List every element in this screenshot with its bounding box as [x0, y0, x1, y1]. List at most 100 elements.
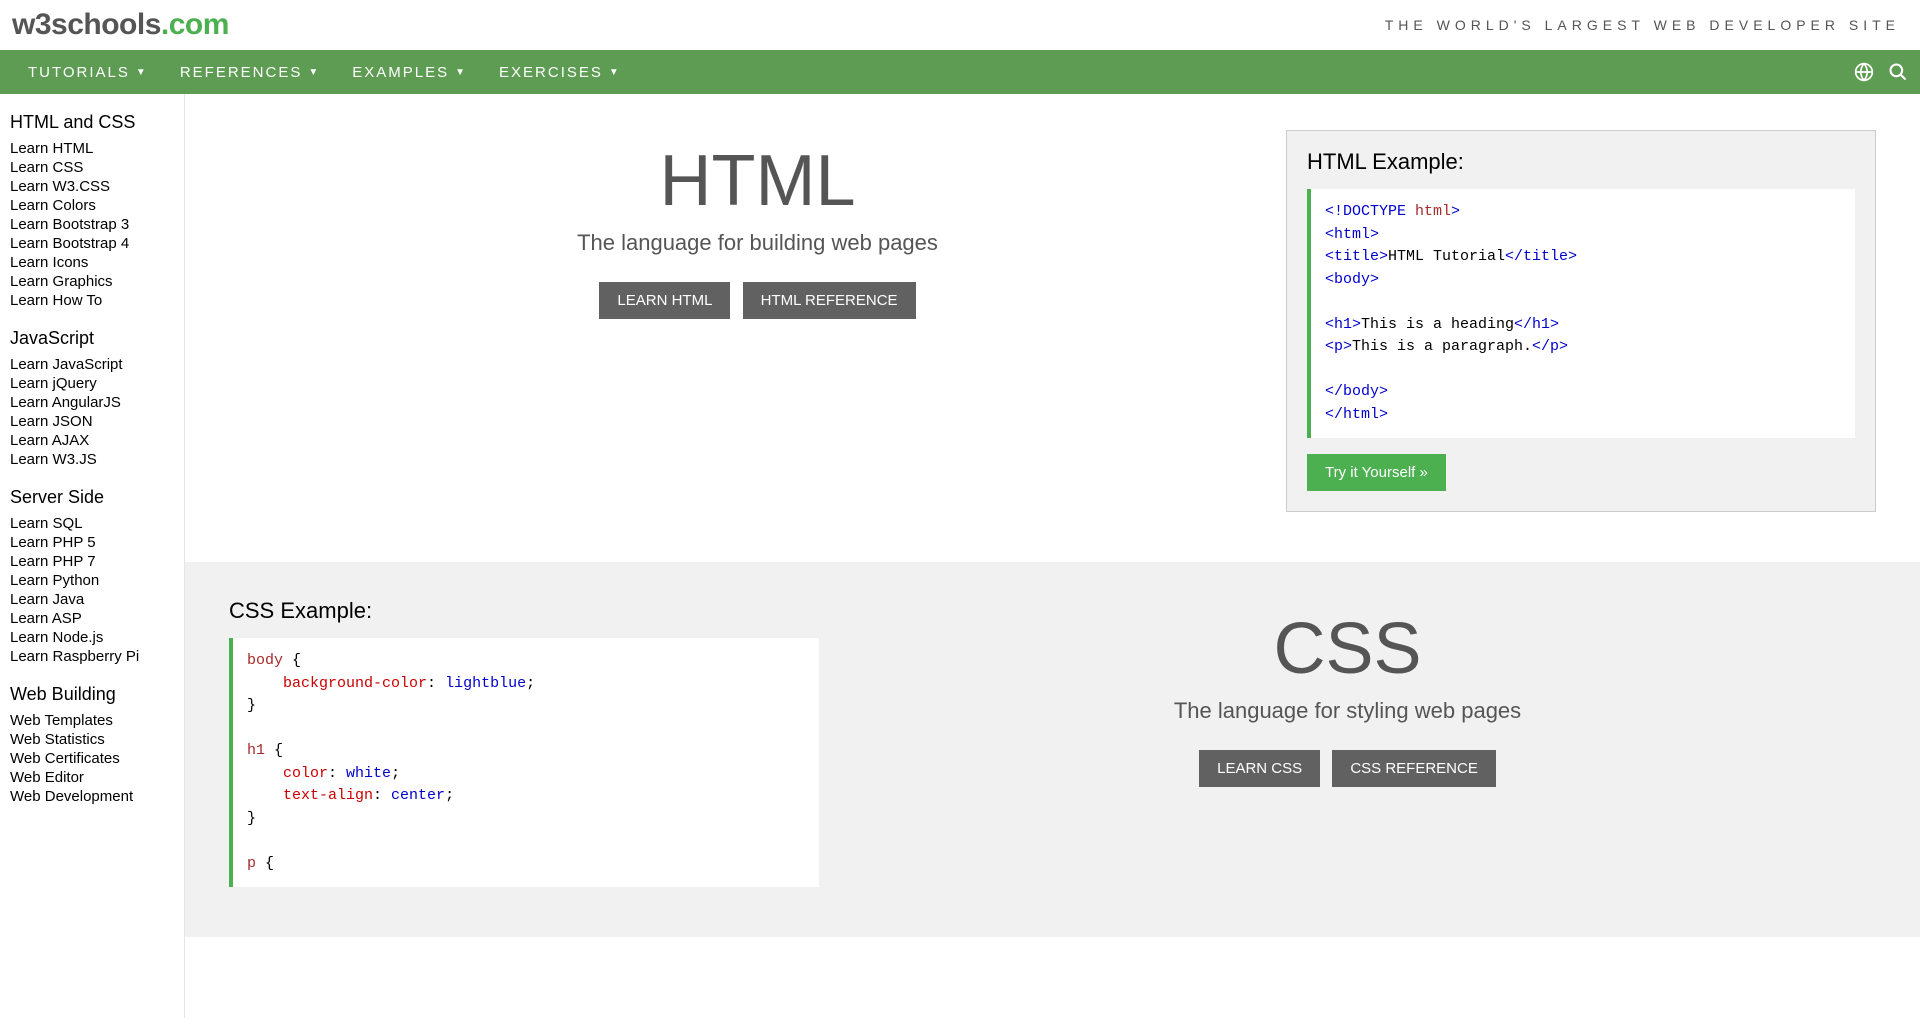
code-token: This is a paragraph.	[1352, 338, 1532, 355]
sidebar-item[interactable]: Learn AngularJS	[10, 393, 184, 412]
sidebar-item[interactable]: Web Statistics	[10, 730, 184, 749]
html-section: HTML The language for building web pages…	[185, 94, 1920, 562]
code-token: </html>	[1325, 406, 1388, 423]
code-token: {	[283, 652, 301, 669]
sidebar-group-title: Server Side	[10, 487, 184, 508]
html-subtitle: The language for building web pages	[229, 230, 1286, 256]
code-token: :	[328, 765, 337, 782]
nav-label: TUTORIALS	[28, 64, 130, 81]
code-token: This is a heading	[1361, 316, 1514, 333]
search-icon[interactable]	[1888, 62, 1908, 82]
try-it-yourself-button[interactable]: Try it Yourself »	[1307, 454, 1446, 491]
learn-html-button[interactable]: LEARN HTML	[599, 282, 730, 319]
sidebar-item[interactable]: Learn JavaScript	[10, 355, 184, 374]
sidebar-item[interactable]: Learn How To	[10, 291, 184, 310]
nav-label: REFERENCES	[180, 64, 303, 81]
code-token: body	[247, 652, 283, 669]
sidebar-item[interactable]: Learn Colors	[10, 196, 184, 215]
code-token	[247, 787, 283, 804]
logo-w3: w3schools	[12, 8, 161, 41]
sidebar-item[interactable]: Learn HTML	[10, 139, 184, 158]
code-token: text-align	[283, 787, 373, 804]
top-nav: TUTORIALS ▼ REFERENCES▼ EXAMPLES ▼ EXERCIS…	[0, 50, 1920, 94]
html-reference-button[interactable]: HTML REFERENCE	[743, 282, 916, 319]
site-logo[interactable]: w3schools.com	[12, 8, 229, 42]
sidebar-item[interactable]: Learn Java	[10, 590, 184, 609]
code-token: </h1>	[1514, 316, 1559, 333]
code-token: p	[247, 855, 256, 872]
code-token: <p>	[1325, 338, 1352, 355]
sidebar-item[interactable]: Learn SQL	[10, 514, 184, 533]
sidebar-group-title: JavaScript	[10, 328, 184, 349]
sidebar-item[interactable]: Learn Icons	[10, 253, 184, 272]
css-example-title: CSS Example:	[229, 598, 819, 624]
sidebar-item[interactable]: Learn Python	[10, 571, 184, 590]
code-token: :	[373, 787, 382, 804]
sidebar-item[interactable]: Learn ASP	[10, 609, 184, 628]
css-code-block: body { background-color: lightblue; } h1…	[229, 638, 819, 887]
code-token: </body>	[1325, 383, 1388, 400]
sidebar-item[interactable]: Learn Bootstrap 3	[10, 215, 184, 234]
sidebar-item[interactable]: Web Editor	[10, 768, 184, 787]
nav-right	[1854, 62, 1908, 82]
sidebar-item[interactable]: Learn PHP 5	[10, 533, 184, 552]
sidebar: HTML and CSSLearn HTMLLearn CSSLearn W3.…	[0, 94, 185, 1018]
nav-label: EXAMPLES	[352, 64, 449, 81]
sidebar-group-title: HTML and CSS	[10, 112, 184, 133]
code-token: <h1>	[1325, 316, 1361, 333]
sidebar-item[interactable]: Learn Node.js	[10, 628, 184, 647]
sidebar-item[interactable]: Learn W3.CSS	[10, 177, 184, 196]
sidebar-item[interactable]: Web Templates	[10, 711, 184, 730]
css-title: CSS	[819, 608, 1876, 690]
html-example-title: HTML Example:	[1307, 149, 1855, 175]
code-token: h1	[247, 742, 265, 759]
globe-icon[interactable]	[1854, 62, 1874, 82]
code-token: lightblue	[436, 675, 526, 692]
html-code-block: <!DOCTYPE html> <html> <title>HTML Tutor…	[1307, 189, 1855, 438]
learn-css-button[interactable]: LEARN CSS	[1199, 750, 1320, 787]
nav-exercises[interactable]: EXERCISES▼	[483, 52, 637, 93]
css-subtitle: The language for styling web pages	[819, 698, 1876, 724]
sidebar-group-title: Web Building	[10, 684, 184, 705]
sidebar-item[interactable]: Learn JSON	[10, 412, 184, 431]
sidebar-item[interactable]: Learn jQuery	[10, 374, 184, 393]
logo-com: .com	[161, 8, 229, 41]
sidebar-item[interactable]: Learn W3.JS	[10, 450, 184, 469]
caret-down-icon: ▼	[136, 67, 148, 78]
caret-down-icon: ▼	[455, 67, 467, 78]
nav-references[interactable]: REFERENCES▼	[164, 52, 336, 93]
code-token: :	[427, 675, 436, 692]
sidebar-item[interactable]: Web Certificates	[10, 749, 184, 768]
tagline: THE WORLD'S LARGEST WEB DEVELOPER SITE	[1385, 17, 1900, 33]
code-token: </p>	[1532, 338, 1568, 355]
code-token: <!DOCTYPE	[1325, 203, 1406, 220]
sidebar-item[interactable]: Learn Bootstrap 4	[10, 234, 184, 253]
code-token: HTML Tutorial	[1388, 248, 1505, 265]
code-token: >	[1451, 203, 1460, 220]
css-hero: CSS The language for styling web pages L…	[819, 598, 1876, 887]
code-token: }	[247, 697, 256, 714]
css-reference-button[interactable]: CSS REFERENCE	[1332, 750, 1496, 787]
code-token: background-color	[283, 675, 427, 692]
nav-examples[interactable]: EXAMPLES ▼	[336, 52, 483, 93]
html-example-box: HTML Example: <!DOCTYPE html> <html> <ti…	[1286, 130, 1876, 512]
css-example-wrap: CSS Example: body { background-color: li…	[229, 598, 819, 887]
html-title: HTML	[229, 140, 1286, 222]
code-token: color	[283, 765, 328, 782]
code-token	[247, 765, 283, 782]
html-hero: HTML The language for building web pages…	[229, 130, 1286, 512]
code-token: ;	[526, 675, 535, 692]
sidebar-item[interactable]: Learn AJAX	[10, 431, 184, 450]
nav-left: TUTORIALS ▼ REFERENCES▼ EXAMPLES ▼ EXERCIS…	[12, 52, 637, 93]
nav-tutorials[interactable]: TUTORIALS ▼	[12, 52, 164, 93]
code-token: ;	[445, 787, 454, 804]
code-token: }	[247, 810, 256, 827]
sidebar-item[interactable]: Learn PHP 7	[10, 552, 184, 571]
code-token: ;	[391, 765, 400, 782]
sidebar-item[interactable]: Learn Graphics	[10, 272, 184, 291]
main-content: HTML The language for building web pages…	[185, 94, 1920, 1018]
sidebar-item[interactable]: Learn Raspberry Pi	[10, 647, 184, 666]
sidebar-item[interactable]: Web Development	[10, 787, 184, 806]
sidebar-item[interactable]: Learn CSS	[10, 158, 184, 177]
code-token: html	[1406, 203, 1451, 220]
